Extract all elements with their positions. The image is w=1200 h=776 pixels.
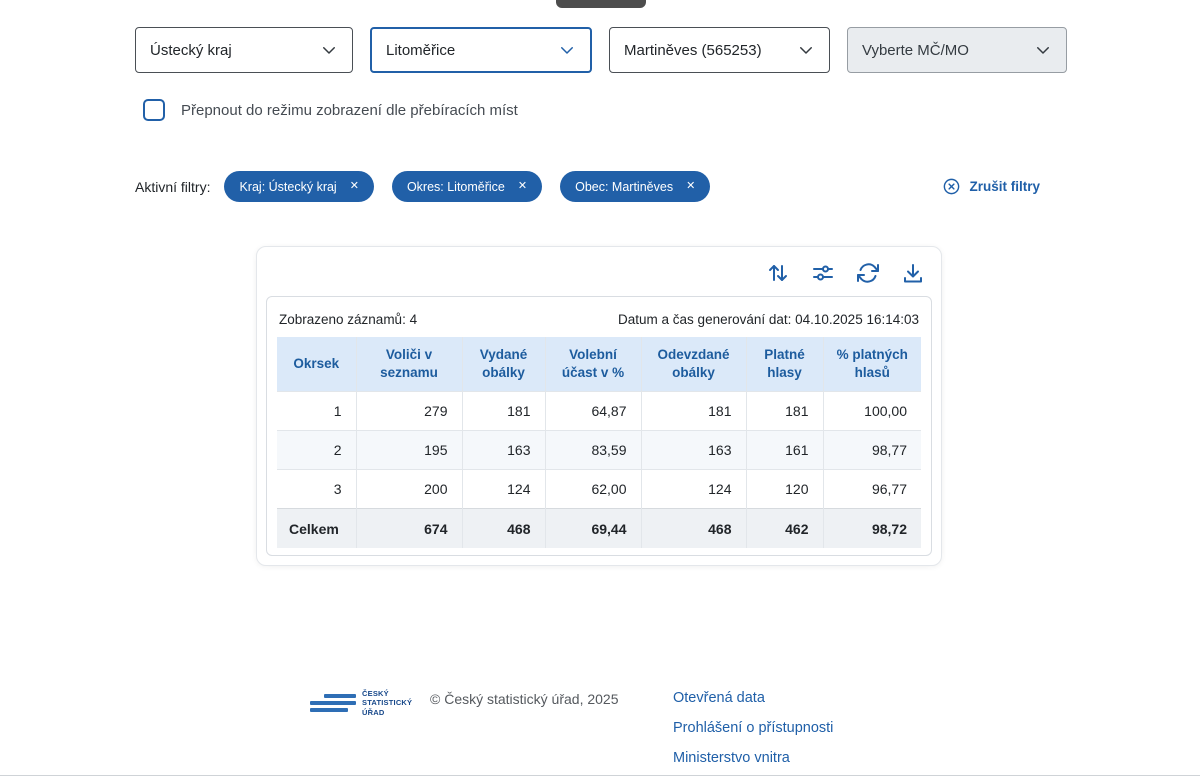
column-header: Volební účast v % — [545, 337, 641, 392]
table-cell: 200 — [356, 470, 462, 509]
download-icon[interactable] — [901, 261, 925, 285]
table-total-row: Celkem67446869,4446846298,72 — [277, 509, 921, 548]
chip-close-icon[interactable]: ✕ — [350, 181, 359, 192]
table-cell: 161 — [746, 431, 823, 470]
table-cell: 62,00 — [545, 470, 641, 509]
top-partial-element — [556, 0, 646, 8]
clear-filters-button[interactable]: Zrušit filtry — [942, 177, 1040, 196]
city-part-select-value: Vyberte MČ/MO — [862, 42, 969, 59]
logo-text-line: STATISTICKÝ — [362, 698, 412, 707]
table-cell: 181 — [641, 392, 746, 431]
footer-link[interactable]: Prohlášení o přístupnosti — [673, 720, 833, 736]
table-cell: 100,00 — [823, 392, 921, 431]
column-header: Okrsek — [277, 337, 356, 392]
active-filters-label: Aktivní filtry: — [135, 179, 210, 195]
table-cell: 468 — [641, 509, 746, 548]
table-cell: 64,87 — [545, 392, 641, 431]
chevron-down-icon — [558, 41, 576, 59]
table-cell: 124 — [462, 470, 545, 509]
table-cell: 98,77 — [823, 431, 921, 470]
transfer-mode-row: Přepnout do režimu zobrazení dle přebíra… — [143, 99, 518, 121]
chip-label: Kraj: Ústecký kraj — [239, 180, 336, 194]
table-cell: 83,59 — [545, 431, 641, 470]
results-table: OkrsekVoliči v seznamuVydané obálkyVoleb… — [277, 337, 921, 548]
results-card: Zobrazeno záznamů: 4 Datum a čas generov… — [256, 246, 942, 566]
active-filters-row: Aktivní filtry: Kraj: Ústecký kraj✕Okres… — [135, 171, 1040, 202]
region-select[interactable]: Ústecký kraj — [135, 27, 353, 73]
table-row: 219516383,5916316198,77 — [277, 431, 921, 470]
table-cell: 2 — [277, 431, 356, 470]
chevron-down-icon — [797, 41, 815, 59]
table-cell: 279 — [356, 392, 462, 431]
chip-label: Obec: Martiněves — [575, 180, 673, 194]
csu-logo-bars — [310, 694, 356, 712]
column-header: Voliči v seznamu — [356, 337, 462, 392]
table-cell: 69,44 — [545, 509, 641, 548]
table-cell: 124 — [641, 470, 746, 509]
filter-selects-row: Ústecký kraj Litoměřice Martiněves (5652… — [135, 27, 1067, 73]
footer-links: Otevřená data Prohlášení o přístupnosti Mi… — [673, 690, 833, 766]
column-header: Odevzdané obálky — [641, 337, 746, 392]
table-body: 127918164,87181181100,00219516383,591631… — [277, 392, 921, 548]
footer-copyright: © Český statistický úřad, 2025 — [430, 691, 619, 707]
column-header: % platných hlasů — [823, 337, 921, 392]
page: Ústecký kraj Litoměřice Martiněves (5652… — [0, 0, 1200, 776]
table-cell: 1 — [277, 392, 356, 431]
chevron-down-icon — [1034, 41, 1052, 59]
footer-link[interactable]: Ministerstvo vnitra — [673, 750, 833, 766]
table-container: Zobrazeno záznamů: 4 Datum a čas generov… — [266, 296, 932, 556]
chip-close-icon[interactable]: ✕ — [518, 181, 527, 192]
table-row: 320012462,0012412096,77 — [277, 470, 921, 509]
column-header: Platné hlasy — [746, 337, 823, 392]
sort-icon[interactable] — [766, 261, 790, 285]
district-select[interactable]: Litoměřice — [370, 27, 592, 73]
filter-chip[interactable]: Okres: Litoměřice ✕ — [392, 171, 542, 202]
csu-logo: ČESKÝSTATISTICKÝÚŘAD — [310, 689, 412, 717]
table-info-row: Zobrazeno záznamů: 4 Datum a čas generov… — [277, 307, 921, 329]
table-cell: 3 — [277, 470, 356, 509]
table-cell: 462 — [746, 509, 823, 548]
region-select-value: Ústecký kraj — [150, 42, 232, 59]
table-header-row: OkrsekVoliči v seznamuVydané obálkyVoleb… — [277, 337, 921, 392]
table-cell: Celkem — [277, 509, 356, 548]
refresh-icon[interactable] — [856, 261, 880, 285]
table-cell: 120 — [746, 470, 823, 509]
municipality-select[interactable]: Martiněves (565253) — [609, 27, 830, 73]
table-cell: 195 — [356, 431, 462, 470]
filter-chip[interactable]: Obec: Martiněves ✕ — [560, 171, 710, 202]
chip-close-icon[interactable]: ✕ — [686, 181, 695, 192]
municipality-select-value: Martiněves (565253) — [624, 42, 762, 59]
logo-text-line: ČESKÝ — [362, 689, 412, 698]
table-cell: 163 — [462, 431, 545, 470]
footer-link[interactable]: Otevřená data — [673, 690, 833, 706]
transfer-mode-checkbox[interactable] — [143, 99, 165, 121]
column-header: Vydané obálky — [462, 337, 545, 392]
table-row: 127918164,87181181100,00 — [277, 392, 921, 431]
generated-datetime-label: Datum a čas generování dat: 04.10.2025 1… — [618, 312, 919, 327]
city-part-select[interactable]: Vyberte MČ/MO — [847, 27, 1067, 73]
clear-filters-label: Zrušit filtry — [969, 179, 1040, 194]
table-cell: 98,72 — [823, 509, 921, 548]
table-cell: 674 — [356, 509, 462, 548]
circle-close-icon — [942, 177, 961, 196]
table-toolbar — [766, 261, 925, 285]
chip-label: Okres: Litoměřice — [407, 180, 505, 194]
transfer-mode-label: Přepnout do režimu zobrazení dle přebíra… — [181, 102, 518, 119]
table-cell: 163 — [641, 431, 746, 470]
active-filter-chips: Kraj: Ústecký kraj✕Okres: Litoměřice✕Obe… — [224, 171, 710, 202]
filter-chip[interactable]: Kraj: Ústecký kraj ✕ — [224, 171, 373, 202]
district-select-value: Litoměřice — [386, 42, 455, 59]
table-cell: 181 — [462, 392, 545, 431]
sliders-icon[interactable] — [811, 261, 835, 285]
table-cell: 96,77 — [823, 470, 921, 509]
logo-text-line: ÚŘAD — [362, 708, 412, 717]
table-cell: 468 — [462, 509, 545, 548]
records-count-label: Zobrazeno záznamů: 4 — [279, 312, 417, 327]
logo-text: ČESKÝSTATISTICKÝÚŘAD — [362, 689, 412, 717]
chevron-down-icon — [320, 41, 338, 59]
table-cell: 181 — [746, 392, 823, 431]
